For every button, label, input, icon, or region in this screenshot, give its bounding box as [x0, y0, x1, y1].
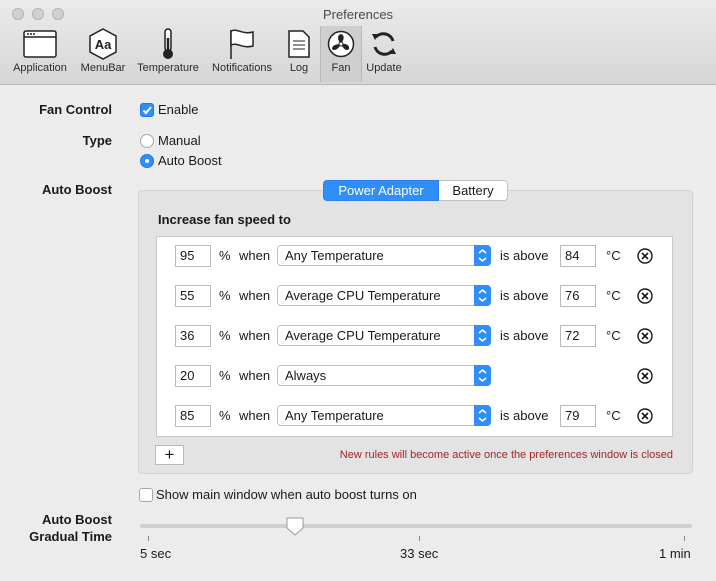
- toolbar-application[interactable]: Application: [6, 26, 74, 82]
- fan-control-label: Fan Control: [39, 102, 112, 117]
- when-label: when: [239, 288, 271, 303]
- condition-value: Average CPU Temperature: [285, 288, 441, 303]
- toolbar-log[interactable]: Log: [280, 26, 318, 82]
- is-above-label: is above: [500, 408, 549, 423]
- add-rule-button[interactable]: +: [155, 445, 184, 465]
- remove-rule-icon[interactable]: [637, 248, 653, 264]
- window-title: Preferences: [322, 7, 394, 22]
- percent-symbol: %: [219, 248, 231, 263]
- font-aa-icon: Aa: [76, 26, 130, 62]
- percent-symbol: %: [219, 288, 231, 303]
- window-icon: [6, 26, 74, 62]
- fan-percent-input[interactable]: 20: [175, 365, 211, 387]
- is-above-label: is above: [500, 328, 549, 343]
- manual-radio[interactable]: [140, 134, 154, 148]
- type-label: Type: [82, 133, 112, 148]
- document-icon: [280, 26, 318, 62]
- chevron-updown-icon: [474, 405, 491, 426]
- slider-tick: [684, 536, 685, 541]
- toolbar-label: Notifications: [212, 62, 272, 74]
- auto-boost-section-label: Auto Boost: [41, 182, 112, 197]
- manual-label: Manual: [158, 133, 201, 148]
- tab-battery[interactable]: Battery: [439, 180, 508, 201]
- when-label: when: [239, 248, 271, 263]
- slider-max-label: 1 min: [659, 546, 691, 561]
- flag-icon: [206, 26, 278, 62]
- increase-fan-heading: Increase fan speed to: [158, 212, 291, 227]
- threshold-input[interactable]: 72: [560, 325, 596, 347]
- thermometer-icon: [132, 26, 204, 62]
- gradual-label-line1: Auto Boost: [41, 512, 112, 527]
- chevron-updown-icon: [474, 245, 491, 266]
- toolbar-label: Log: [289, 62, 309, 74]
- when-label: when: [239, 328, 271, 343]
- toolbar-menubar[interactable]: Aa MenuBar: [76, 26, 130, 82]
- svg-text:Aa: Aa: [95, 37, 112, 52]
- when-label: when: [239, 408, 271, 423]
- unit-label: °C: [606, 328, 621, 343]
- threshold-input[interactable]: 84: [560, 245, 596, 267]
- show-main-window-checkbox[interactable]: [139, 488, 153, 502]
- percent-symbol: %: [219, 328, 231, 343]
- fan-percent-input[interactable]: 95: [175, 245, 211, 267]
- chevron-updown-icon: [474, 325, 491, 346]
- unit-label: °C: [606, 288, 621, 303]
- title-bar: Preferences Application Aa MenuBar Tempe…: [0, 0, 716, 85]
- condition-select[interactable]: Any Temperature: [277, 405, 491, 426]
- percent-symbol: %: [219, 368, 231, 383]
- is-above-label: is above: [500, 248, 549, 263]
- auto-boost-radio[interactable]: [140, 154, 154, 168]
- rules-note: New rules will become active once the pr…: [339, 449, 673, 461]
- toolbar-update[interactable]: Update: [362, 26, 406, 82]
- refresh-icon: [362, 26, 406, 62]
- when-label: when: [239, 368, 271, 383]
- slider-mid-label: 33 sec: [400, 546, 439, 561]
- slider-tick: [419, 536, 420, 541]
- is-above-label: is above: [500, 288, 549, 303]
- condition-select[interactable]: Always: [277, 365, 491, 386]
- checkmark-icon: [142, 106, 152, 115]
- enable-label: Enable: [158, 102, 199, 117]
- toolbar-fan[interactable]: Fan: [320, 26, 362, 82]
- condition-select[interactable]: Average CPU Temperature: [277, 285, 491, 306]
- chevron-updown-icon: [474, 285, 491, 306]
- fan-percent-input[interactable]: 55: [175, 285, 211, 307]
- show-main-window-label: Show main window when auto boost turns o…: [156, 487, 417, 502]
- remove-rule-icon[interactable]: [637, 328, 653, 344]
- toolbar-temperature[interactable]: Temperature: [132, 26, 204, 82]
- percent-symbol: %: [219, 408, 231, 423]
- toolbar-label: Fan: [331, 62, 351, 74]
- gradual-time-slider[interactable]: [140, 524, 692, 528]
- gradual-label-line2: Gradual Time: [29, 529, 112, 544]
- slider-min-label: 5 sec: [140, 546, 172, 561]
- remove-rule-icon[interactable]: [637, 288, 653, 304]
- condition-value: Always: [285, 368, 327, 383]
- auto-boost-label: Auto Boost: [158, 153, 222, 168]
- tab-power-adapter[interactable]: Power Adapter: [323, 180, 439, 201]
- toolbar-notifications[interactable]: Notifications: [206, 26, 278, 82]
- slider-tick: [148, 536, 149, 541]
- fan-percent-input[interactable]: 36: [175, 325, 211, 347]
- remove-rule-icon[interactable]: [637, 408, 653, 424]
- toolbar-label: MenuBar: [80, 62, 126, 74]
- condition-select[interactable]: Average CPU Temperature: [277, 325, 491, 346]
- chevron-updown-icon: [474, 365, 491, 386]
- condition-value: Any Temperature: [285, 408, 384, 423]
- condition-value: Any Temperature: [285, 248, 384, 263]
- condition-select[interactable]: Any Temperature: [277, 245, 491, 266]
- toolbar-label: Application: [13, 62, 67, 74]
- remove-rule-icon[interactable]: [637, 368, 653, 384]
- toolbar-label: Update: [366, 62, 402, 74]
- preferences-window: Preferences Application Aa MenuBar Tempe…: [0, 0, 716, 581]
- condition-value: Average CPU Temperature: [285, 328, 441, 343]
- threshold-input[interactable]: 76: [560, 285, 596, 307]
- enable-checkbox[interactable]: [140, 103, 154, 117]
- slider-thumb[interactable]: [285, 516, 305, 536]
- fan-percent-input[interactable]: 85: [175, 405, 211, 427]
- unit-label: °C: [606, 248, 621, 263]
- fan-icon: [321, 26, 361, 62]
- toolbar-label: Temperature: [137, 62, 199, 74]
- unit-label: °C: [606, 408, 621, 423]
- threshold-input[interactable]: 79: [560, 405, 596, 427]
